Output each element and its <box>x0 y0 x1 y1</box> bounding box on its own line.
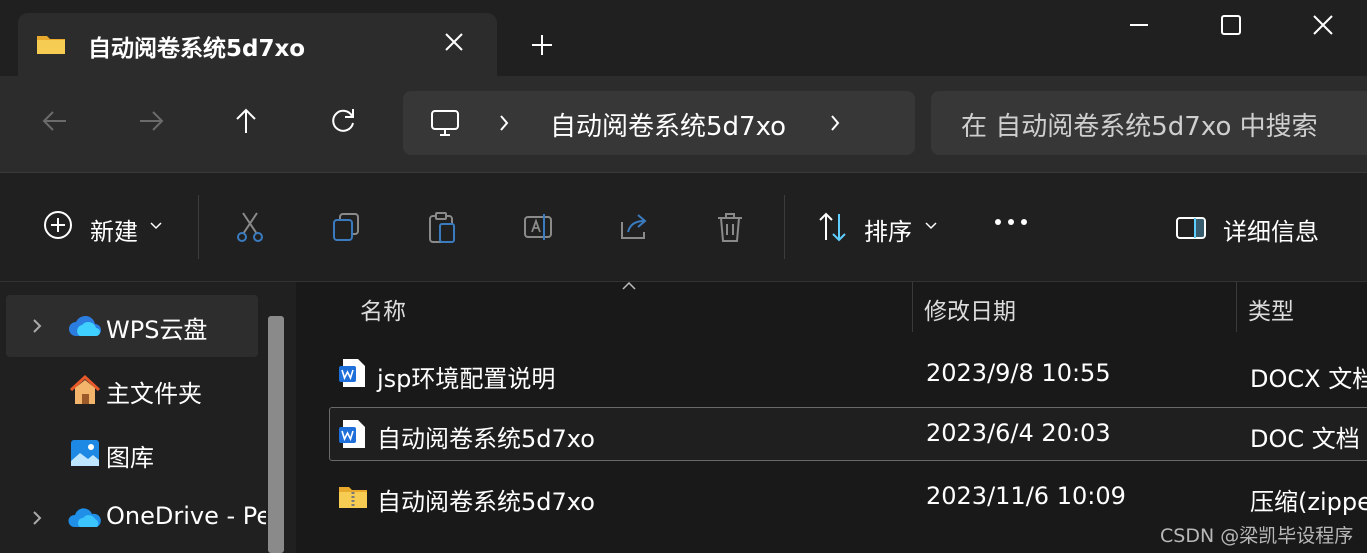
new-tab-icon[interactable] <box>530 33 554 57</box>
cloud-icon <box>69 315 101 336</box>
word-doc-icon <box>339 420 365 448</box>
this-pc-icon[interactable] <box>429 107 461 139</box>
chevron-right-icon[interactable] <box>827 113 843 133</box>
details-pane-icon[interactable] <box>1175 210 1207 244</box>
new-button[interactable]: 新建 <box>90 212 138 247</box>
sort-ascending-icon <box>622 282 636 290</box>
sort-icon[interactable] <box>817 210 849 244</box>
search-input[interactable]: 在 自动阅卷系统5d7xo 中搜索 <box>961 106 1318 143</box>
separator <box>198 195 199 259</box>
separator <box>784 195 785 259</box>
file-name: jsp环境配置说明 <box>377 365 556 393</box>
gallery-icon <box>71 440 99 466</box>
sidebar-item-home[interactable]: 主文件夹 <box>6 359 258 421</box>
file-modified: 2023/11/6 10:09 <box>926 482 1126 510</box>
file-row[interactable]: 自动阅卷系统5d7xo 2023/6/4 20:03 DOC 文档 <box>329 407 1367 461</box>
chevron-right-icon[interactable] <box>496 113 512 133</box>
rename-icon[interactable] <box>522 210 554 244</box>
close-window-icon[interactable] <box>1310 12 1336 38</box>
navigation-bar: 自动阅卷系统5d7xo 在 自动阅卷系统5d7xo 中搜索 <box>0 76 1367 173</box>
scrollbar-thumb[interactable] <box>268 316 284 553</box>
share-icon[interactable] <box>618 210 650 244</box>
details-button[interactable]: 详细信息 <box>1223 212 1319 247</box>
back-arrow-icon[interactable] <box>40 106 70 136</box>
file-name: 自动阅卷系统5d7xo <box>377 488 595 516</box>
paste-icon[interactable] <box>426 210 458 244</box>
chevron-down-icon[interactable] <box>925 221 937 231</box>
column-header-type[interactable]: 类型 <box>1248 292 1294 326</box>
address-bar[interactable]: 自动阅卷系统5d7xo <box>403 91 915 155</box>
sidebar-item-wps-cloud[interactable]: WPS云盘 <box>6 295 258 357</box>
search-box[interactable]: 在 自动阅卷系统5d7xo 中搜索 <box>931 91 1367 155</box>
forward-arrow-icon[interactable] <box>136 106 166 136</box>
file-modified: 2023/6/4 20:03 <box>926 419 1111 447</box>
chevron-down-icon[interactable] <box>150 221 162 231</box>
refresh-icon[interactable] <box>328 106 358 136</box>
command-bar: 新建 排序 详细信息 <box>0 173 1367 282</box>
onedrive-icon <box>68 508 101 527</box>
folder-icon <box>37 36 65 54</box>
file-type: DOC 文档 <box>1250 425 1360 453</box>
sidebar-item-label: 主文件夹 <box>106 380 202 408</box>
column-divider[interactable] <box>912 282 913 332</box>
up-arrow-icon[interactable] <box>231 106 261 136</box>
chevron-right-icon[interactable] <box>30 317 44 335</box>
column-header-name[interactable]: 名称 <box>360 292 406 326</box>
file-row[interactable]: jsp环境配置说明 2023/9/8 10:55 DOCX 文档 <box>329 347 1367 401</box>
copy-icon[interactable] <box>330 210 362 244</box>
file-row[interactable]: 自动阅卷系统5d7xo 2023/11/6 10:09 压缩(zipped) <box>329 470 1367 524</box>
maximize-icon[interactable] <box>1218 12 1244 38</box>
home-icon <box>69 374 101 404</box>
file-name: 自动阅卷系统5d7xo <box>377 425 595 453</box>
tab-active[interactable]: 自动阅卷系统5d7xo <box>18 13 497 76</box>
breadcrumb-folder[interactable]: 自动阅卷系统5d7xo <box>550 106 786 143</box>
zip-folder-icon <box>339 487 367 508</box>
cut-icon[interactable] <box>234 210 266 244</box>
column-divider[interactable] <box>1236 282 1237 332</box>
sort-button[interactable]: 排序 <box>864 212 912 247</box>
file-type: 压缩(zipped) <box>1250 488 1367 516</box>
minimize-icon[interactable] <box>1126 12 1152 38</box>
watermark: CSDN @梁凯毕设程序 <box>1160 525 1354 547</box>
delete-icon[interactable] <box>714 210 746 244</box>
file-type: DOCX 文档 <box>1250 365 1367 393</box>
tab-title: 自动阅卷系统5d7xo <box>88 36 306 62</box>
sidebar-item-label: OneDrive - Pe <box>106 502 272 530</box>
sidebar-item-onedrive[interactable]: OneDrive - Pe <box>6 487 271 549</box>
close-tab-icon[interactable] <box>442 30 466 54</box>
new-plus-icon[interactable] <box>42 209 74 241</box>
file-list: 名称 修改日期 类型 jsp环境配置说明 2023/9/8 10:55 DOCX… <box>296 282 1367 553</box>
sidebar-item-gallery[interactable]: 图库 <box>6 423 258 485</box>
column-header-modified[interactable]: 修改日期 <box>924 292 1016 326</box>
file-modified: 2023/9/8 10:55 <box>926 359 1111 387</box>
chevron-right-icon[interactable] <box>30 509 44 527</box>
sidebar-item-label: WPS云盘 <box>106 316 208 344</box>
more-options-icon[interactable] <box>994 217 1028 227</box>
title-bar: 自动阅卷系统5d7xo <box>0 0 1367 76</box>
navigation-pane: WPS云盘 主文件夹 图库 OneDrive - Pe <box>0 282 296 553</box>
word-doc-icon <box>339 359 365 387</box>
sidebar-item-label: 图库 <box>106 444 154 472</box>
